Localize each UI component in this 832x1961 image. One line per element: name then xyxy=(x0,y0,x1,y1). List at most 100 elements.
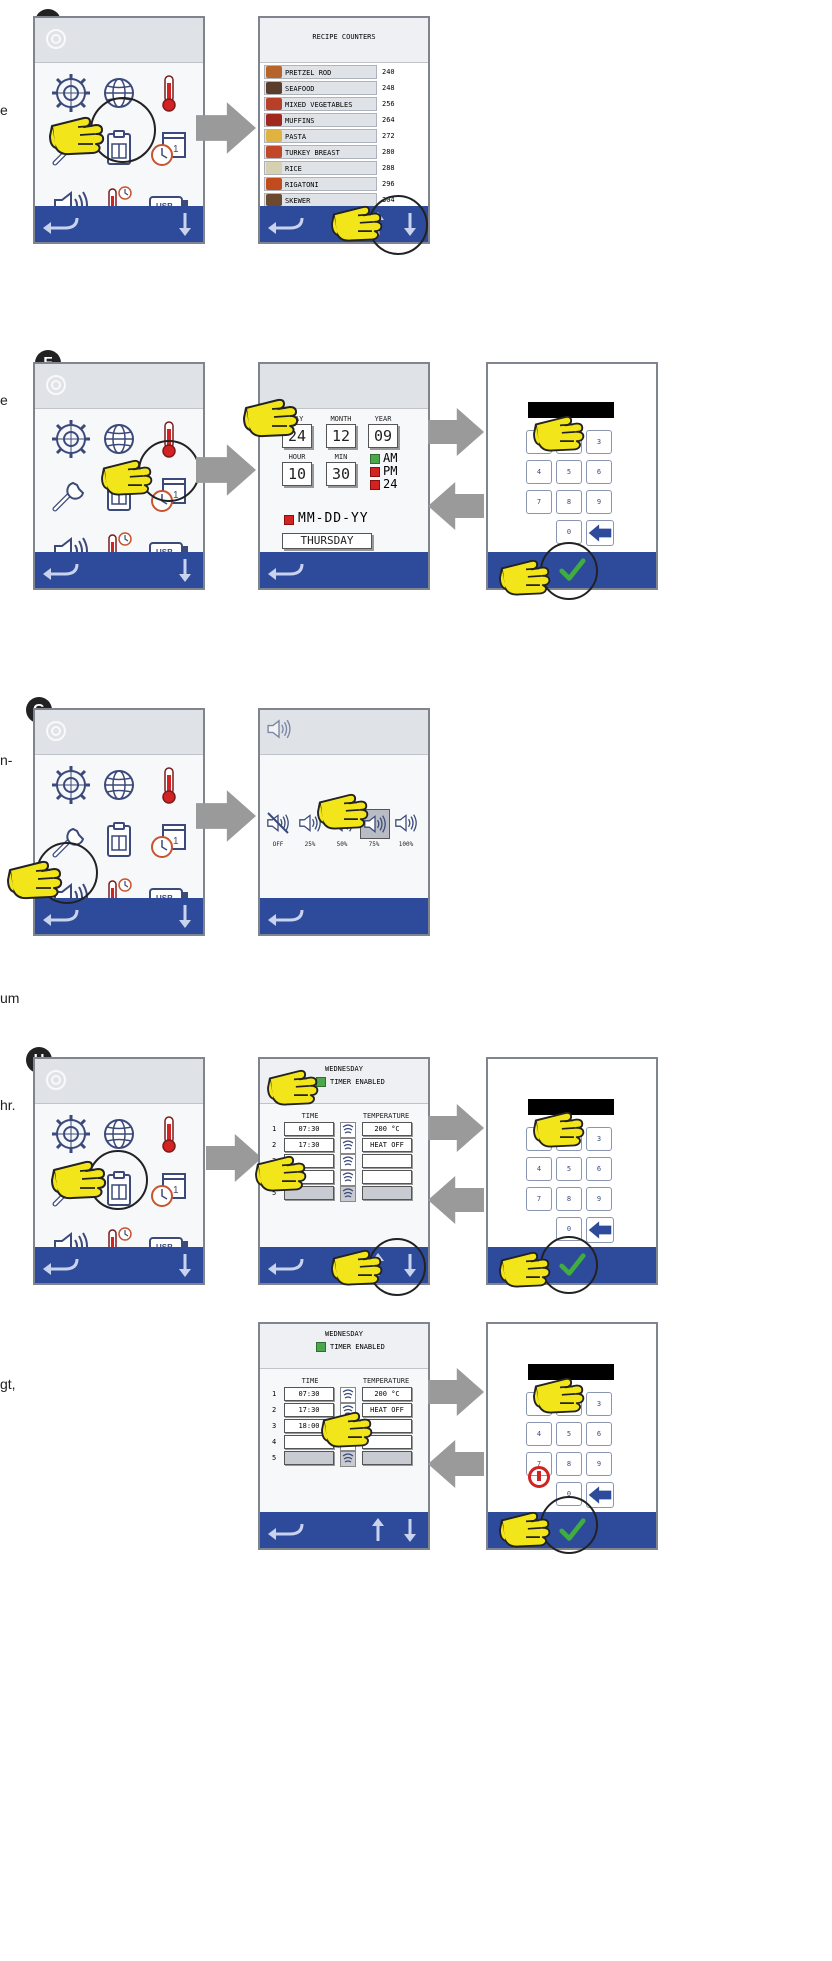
hour-field[interactable]: 10 xyxy=(282,462,312,486)
keypad-key[interactable]: 0 xyxy=(556,520,582,544)
down-arrow-icon[interactable] xyxy=(175,1251,195,1279)
globe-icon[interactable] xyxy=(97,763,141,807)
keypad-key[interactable]: 8 xyxy=(556,490,582,514)
keypad-key[interactable]: 6 xyxy=(586,1157,612,1181)
panel-footer xyxy=(35,206,203,242)
keypad-key[interactable]: 4 xyxy=(526,1422,552,1446)
am-label: AM xyxy=(383,451,398,465)
clock-calendar-icon[interactable] xyxy=(147,1168,191,1212)
temperature-field[interactable] xyxy=(362,1186,412,1200)
24h-checkbox[interactable] xyxy=(370,480,380,490)
side-text-f: e xyxy=(0,392,8,408)
keypad-key[interactable]: 7 xyxy=(526,1187,552,1211)
down-arrow-icon[interactable] xyxy=(175,902,195,930)
keypad-key[interactable]: 9 xyxy=(586,490,612,514)
keypad-key[interactable]: 3 xyxy=(586,1392,612,1416)
keypad-key[interactable]: 6 xyxy=(586,460,612,484)
panel-header xyxy=(260,710,428,755)
fan-icon[interactable] xyxy=(340,1451,356,1467)
down-arrow-icon[interactable] xyxy=(175,556,195,584)
time-field[interactable]: 07:30 xyxy=(284,1387,334,1401)
thermometer-icon[interactable] xyxy=(147,763,191,807)
temperature-field[interactable] xyxy=(362,1451,412,1465)
back-arrow-icon[interactable] xyxy=(266,212,306,236)
keypad-key[interactable]: 8 xyxy=(556,1452,582,1476)
weekday-field[interactable]: THURSDAY xyxy=(282,533,372,549)
recipe-count: 264 xyxy=(382,116,395,124)
keypad-key[interactable]: 5 xyxy=(556,1157,582,1181)
wrench-icon[interactable] xyxy=(49,473,93,517)
row-number: 4 xyxy=(272,1438,277,1446)
back-arrow-icon[interactable] xyxy=(41,558,81,582)
panel-footer xyxy=(260,552,428,588)
am-checkbox[interactable] xyxy=(370,454,380,464)
keypad-key[interactable]: 4 xyxy=(526,1157,552,1181)
fan-icon[interactable] xyxy=(340,1154,356,1170)
flow-arrow-back-icon xyxy=(428,1436,484,1492)
settings-ghost-icon xyxy=(43,718,69,744)
keypad-key[interactable]: 3 xyxy=(586,1127,612,1151)
keypad-key[interactable]: 5 xyxy=(556,1422,582,1446)
timer-enabled-checkbox[interactable] xyxy=(316,1342,326,1352)
back-arrow-icon[interactable] xyxy=(41,1253,81,1277)
back-arrow-icon[interactable] xyxy=(41,212,81,236)
backspace-icon[interactable] xyxy=(586,520,614,546)
fan-icon[interactable] xyxy=(340,1138,356,1154)
temperature-field[interactable] xyxy=(362,1154,412,1168)
recipe-thumbnail-icon xyxy=(266,130,282,142)
recipe-thumbnail-icon xyxy=(266,98,282,110)
recipe-thumbnail-icon xyxy=(266,82,282,94)
down-arrow-icon[interactable] xyxy=(400,1516,420,1544)
recipe-count: 296 xyxy=(382,180,395,188)
back-arrow-icon[interactable] xyxy=(41,904,81,928)
time-field[interactable]: 07:30 xyxy=(284,1122,334,1136)
backspace-icon[interactable] xyxy=(586,1217,614,1243)
keypad-key[interactable]: 3 xyxy=(586,430,612,454)
keypad-key[interactable]: 4 xyxy=(526,460,552,484)
temperature-field[interactable] xyxy=(362,1170,412,1184)
clipboard-icon[interactable] xyxy=(97,819,141,863)
keypad-key[interactable]: 9 xyxy=(586,1187,612,1211)
thermometer-icon[interactable] xyxy=(147,1112,191,1156)
back-arrow-icon[interactable] xyxy=(266,1518,306,1542)
keypad-key[interactable]: 8 xyxy=(556,1187,582,1211)
pointing-hand-icon xyxy=(330,194,386,246)
backspace-icon[interactable] xyxy=(586,1482,614,1508)
mute-icon[interactable] xyxy=(264,809,292,837)
back-arrow-icon[interactable] xyxy=(266,558,306,582)
pointing-hand-icon xyxy=(254,1144,310,1196)
pm-checkbox[interactable] xyxy=(370,467,380,477)
timer-day-label: WEDNESDAY xyxy=(325,1330,363,1338)
temperature-column-header: TEMPERATURE xyxy=(362,1112,410,1120)
time-field[interactable] xyxy=(284,1451,334,1465)
keypad-key[interactable]: 6 xyxy=(586,1422,612,1446)
year-field[interactable]: 09 xyxy=(368,424,398,448)
temperature-field[interactable]: 200 °C xyxy=(362,1387,412,1401)
keypad-key[interactable]: 5 xyxy=(556,460,582,484)
flow-arrow-icon xyxy=(428,1364,484,1420)
fan-icon[interactable] xyxy=(340,1122,356,1138)
pointing-hand-icon xyxy=(330,1238,386,1290)
fan-icon[interactable] xyxy=(340,1170,356,1186)
back-arrow-icon[interactable] xyxy=(266,904,306,928)
down-arrow-icon[interactable] xyxy=(175,210,195,238)
back-arrow-icon[interactable] xyxy=(266,1253,306,1277)
gear-icon[interactable] xyxy=(49,763,93,807)
thermometer-icon[interactable] xyxy=(147,71,191,115)
panel-footer xyxy=(260,898,428,934)
power-off-icon[interactable] xyxy=(528,1466,550,1488)
temperature-field[interactable]: 200 °C xyxy=(362,1122,412,1136)
date-format-checkbox[interactable] xyxy=(284,515,294,525)
keypad-key[interactable]: 9 xyxy=(586,1452,612,1476)
recipe-count: 248 xyxy=(382,84,395,92)
pointing-hand-icon xyxy=(266,1058,322,1110)
volume-level-icon[interactable] xyxy=(392,809,420,837)
min-field[interactable]: 30 xyxy=(326,462,356,486)
up-arrow-icon[interactable] xyxy=(368,1516,388,1544)
fan-icon[interactable] xyxy=(340,1186,356,1202)
clock-calendar-icon[interactable] xyxy=(147,819,191,863)
temperature-field[interactable]: HEAT OFF xyxy=(362,1138,412,1152)
keypad-key[interactable]: 7 xyxy=(526,490,552,514)
gear-icon[interactable] xyxy=(49,417,93,461)
month-field[interactable]: 12 xyxy=(326,424,356,448)
